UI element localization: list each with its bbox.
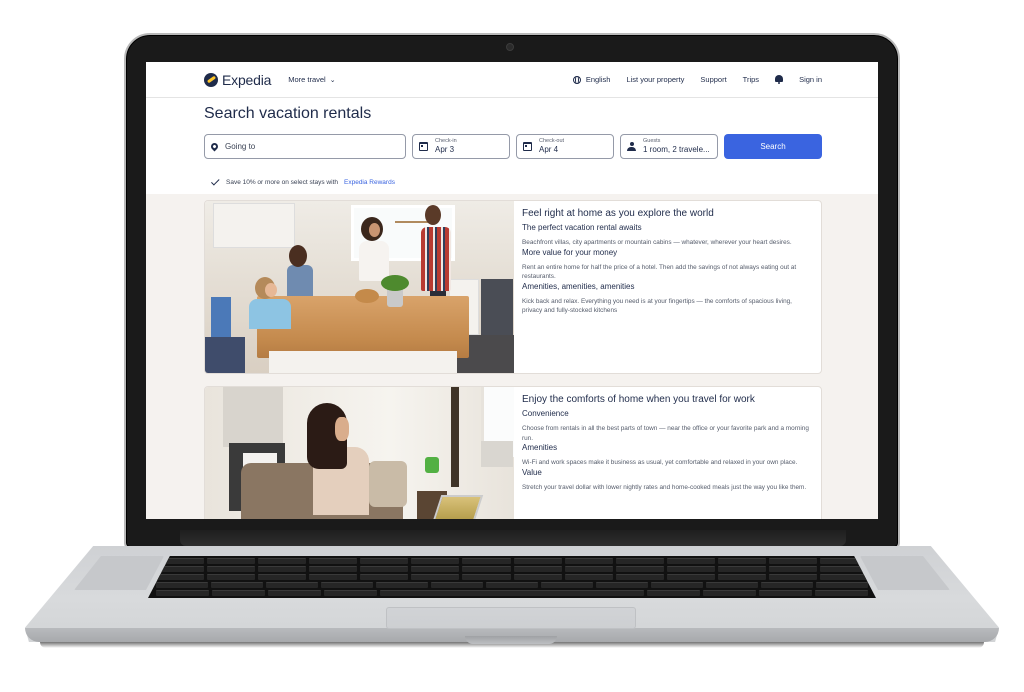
check-out-field[interactable]: Check-out Apr 4 bbox=[516, 134, 614, 159]
card-body: Feel right at home as you explore the wo… bbox=[514, 201, 821, 373]
section-text: Kick back and relax. Everything you need… bbox=[522, 297, 792, 315]
trackpad bbox=[386, 607, 636, 629]
destination-placeholder: Going to bbox=[225, 142, 256, 151]
card-title: Enjoy the comforts of home when you trav… bbox=[522, 394, 755, 405]
search-form: Going to Check-in Apr 3 Check-out Apr 4 bbox=[204, 134, 822, 159]
nav-links: English List your property Support Trips… bbox=[572, 75, 822, 84]
page-title: Search vacation rentals bbox=[204, 105, 372, 122]
destination-input[interactable]: Going to bbox=[204, 134, 406, 159]
language-label: English bbox=[585, 75, 611, 84]
rewards-text: Save 10% or more on select stays with bbox=[226, 178, 338, 186]
language-selector[interactable]: English bbox=[572, 75, 611, 84]
section-text: Wi-Fi and work spaces make it business a… bbox=[522, 459, 798, 466]
section-heading: More value for your money bbox=[522, 247, 618, 257]
webcam bbox=[506, 43, 514, 51]
trips-link[interactable]: Trips bbox=[743, 75, 759, 84]
section-text: Stretch your travel dollar with lower ni… bbox=[522, 483, 807, 491]
chevron-down-icon: ⌄ bbox=[329, 76, 336, 84]
check-in-field[interactable]: Check-in Apr 3 bbox=[412, 134, 510, 159]
screen: Expedia More travel ⌄ English List your … bbox=[146, 62, 878, 519]
section-text: Choose from rentals in all the best part… bbox=[522, 425, 809, 442]
list-your-property-link[interactable]: List your property bbox=[626, 75, 684, 84]
content-area: Feel right at home as you explore the wo… bbox=[146, 194, 878, 519]
calendar-icon bbox=[419, 142, 428, 151]
feature-card: Enjoy the comforts of home when you trav… bbox=[204, 386, 822, 519]
section-heading: Amenities, amenities, amenities bbox=[522, 281, 635, 291]
guests-label: Guests bbox=[643, 138, 661, 144]
guests-value: 1 room, 2 travele... bbox=[643, 145, 710, 154]
top-navigation: Expedia More travel ⌄ English List your … bbox=[146, 62, 878, 98]
location-pin-icon bbox=[209, 141, 220, 152]
section-text: Beachfront villas, city apartments or mo… bbox=[522, 239, 792, 246]
check-out-label: Check-out bbox=[539, 138, 565, 144]
expedia-plane-icon bbox=[204, 72, 218, 87]
expedia-logo[interactable]: Expedia bbox=[204, 72, 271, 88]
keyboard bbox=[148, 556, 876, 598]
check-in-label: Check-in bbox=[435, 138, 457, 144]
more-travel-menu[interactable]: More travel ⌄ bbox=[288, 75, 335, 84]
brand-name: Expedia bbox=[222, 71, 272, 88]
card-title: Feel right at home as you explore the wo… bbox=[522, 208, 714, 219]
section-heading: Value bbox=[522, 467, 542, 477]
check-in-value: Apr 3 bbox=[435, 145, 455, 154]
card-body: Enjoy the comforts of home when you trav… bbox=[514, 387, 821, 519]
section-text: Rent an entire home for half the price o… bbox=[522, 263, 797, 281]
person-icon bbox=[627, 142, 636, 151]
expedia-rewards-link[interactable]: Expedia Rewards bbox=[344, 179, 395, 186]
section-heading: The perfect vacation rental awaits bbox=[522, 223, 642, 232]
more-travel-label: More travel bbox=[288, 75, 326, 84]
guests-field[interactable]: Guests 1 room, 2 travele... bbox=[620, 134, 718, 159]
feature-card: Feel right at home as you explore the wo… bbox=[204, 200, 822, 374]
sign-in-link[interactable]: Sign in bbox=[799, 75, 822, 84]
search-area: Search vacation rentals Going to Check-i… bbox=[146, 98, 878, 188]
section-heading: Amenities bbox=[522, 443, 558, 452]
checkmark-icon bbox=[211, 177, 220, 186]
section-heading: Convenience bbox=[522, 409, 569, 418]
notification-bell-icon[interactable] bbox=[775, 75, 784, 84]
search-button[interactable]: Search bbox=[724, 134, 822, 159]
lid-notch bbox=[465, 636, 557, 644]
calendar-icon bbox=[523, 142, 532, 151]
rewards-banner: Save 10% or more on select stays with Ex… bbox=[204, 176, 822, 188]
laptop-hinge bbox=[180, 530, 846, 546]
family-in-kitchen-photo bbox=[205, 201, 514, 373]
woman-on-sofa-with-laptop-photo bbox=[205, 387, 514, 519]
support-link[interactable]: Support bbox=[700, 75, 726, 84]
globe-icon bbox=[572, 75, 581, 84]
check-out-value: Apr 4 bbox=[539, 145, 559, 154]
